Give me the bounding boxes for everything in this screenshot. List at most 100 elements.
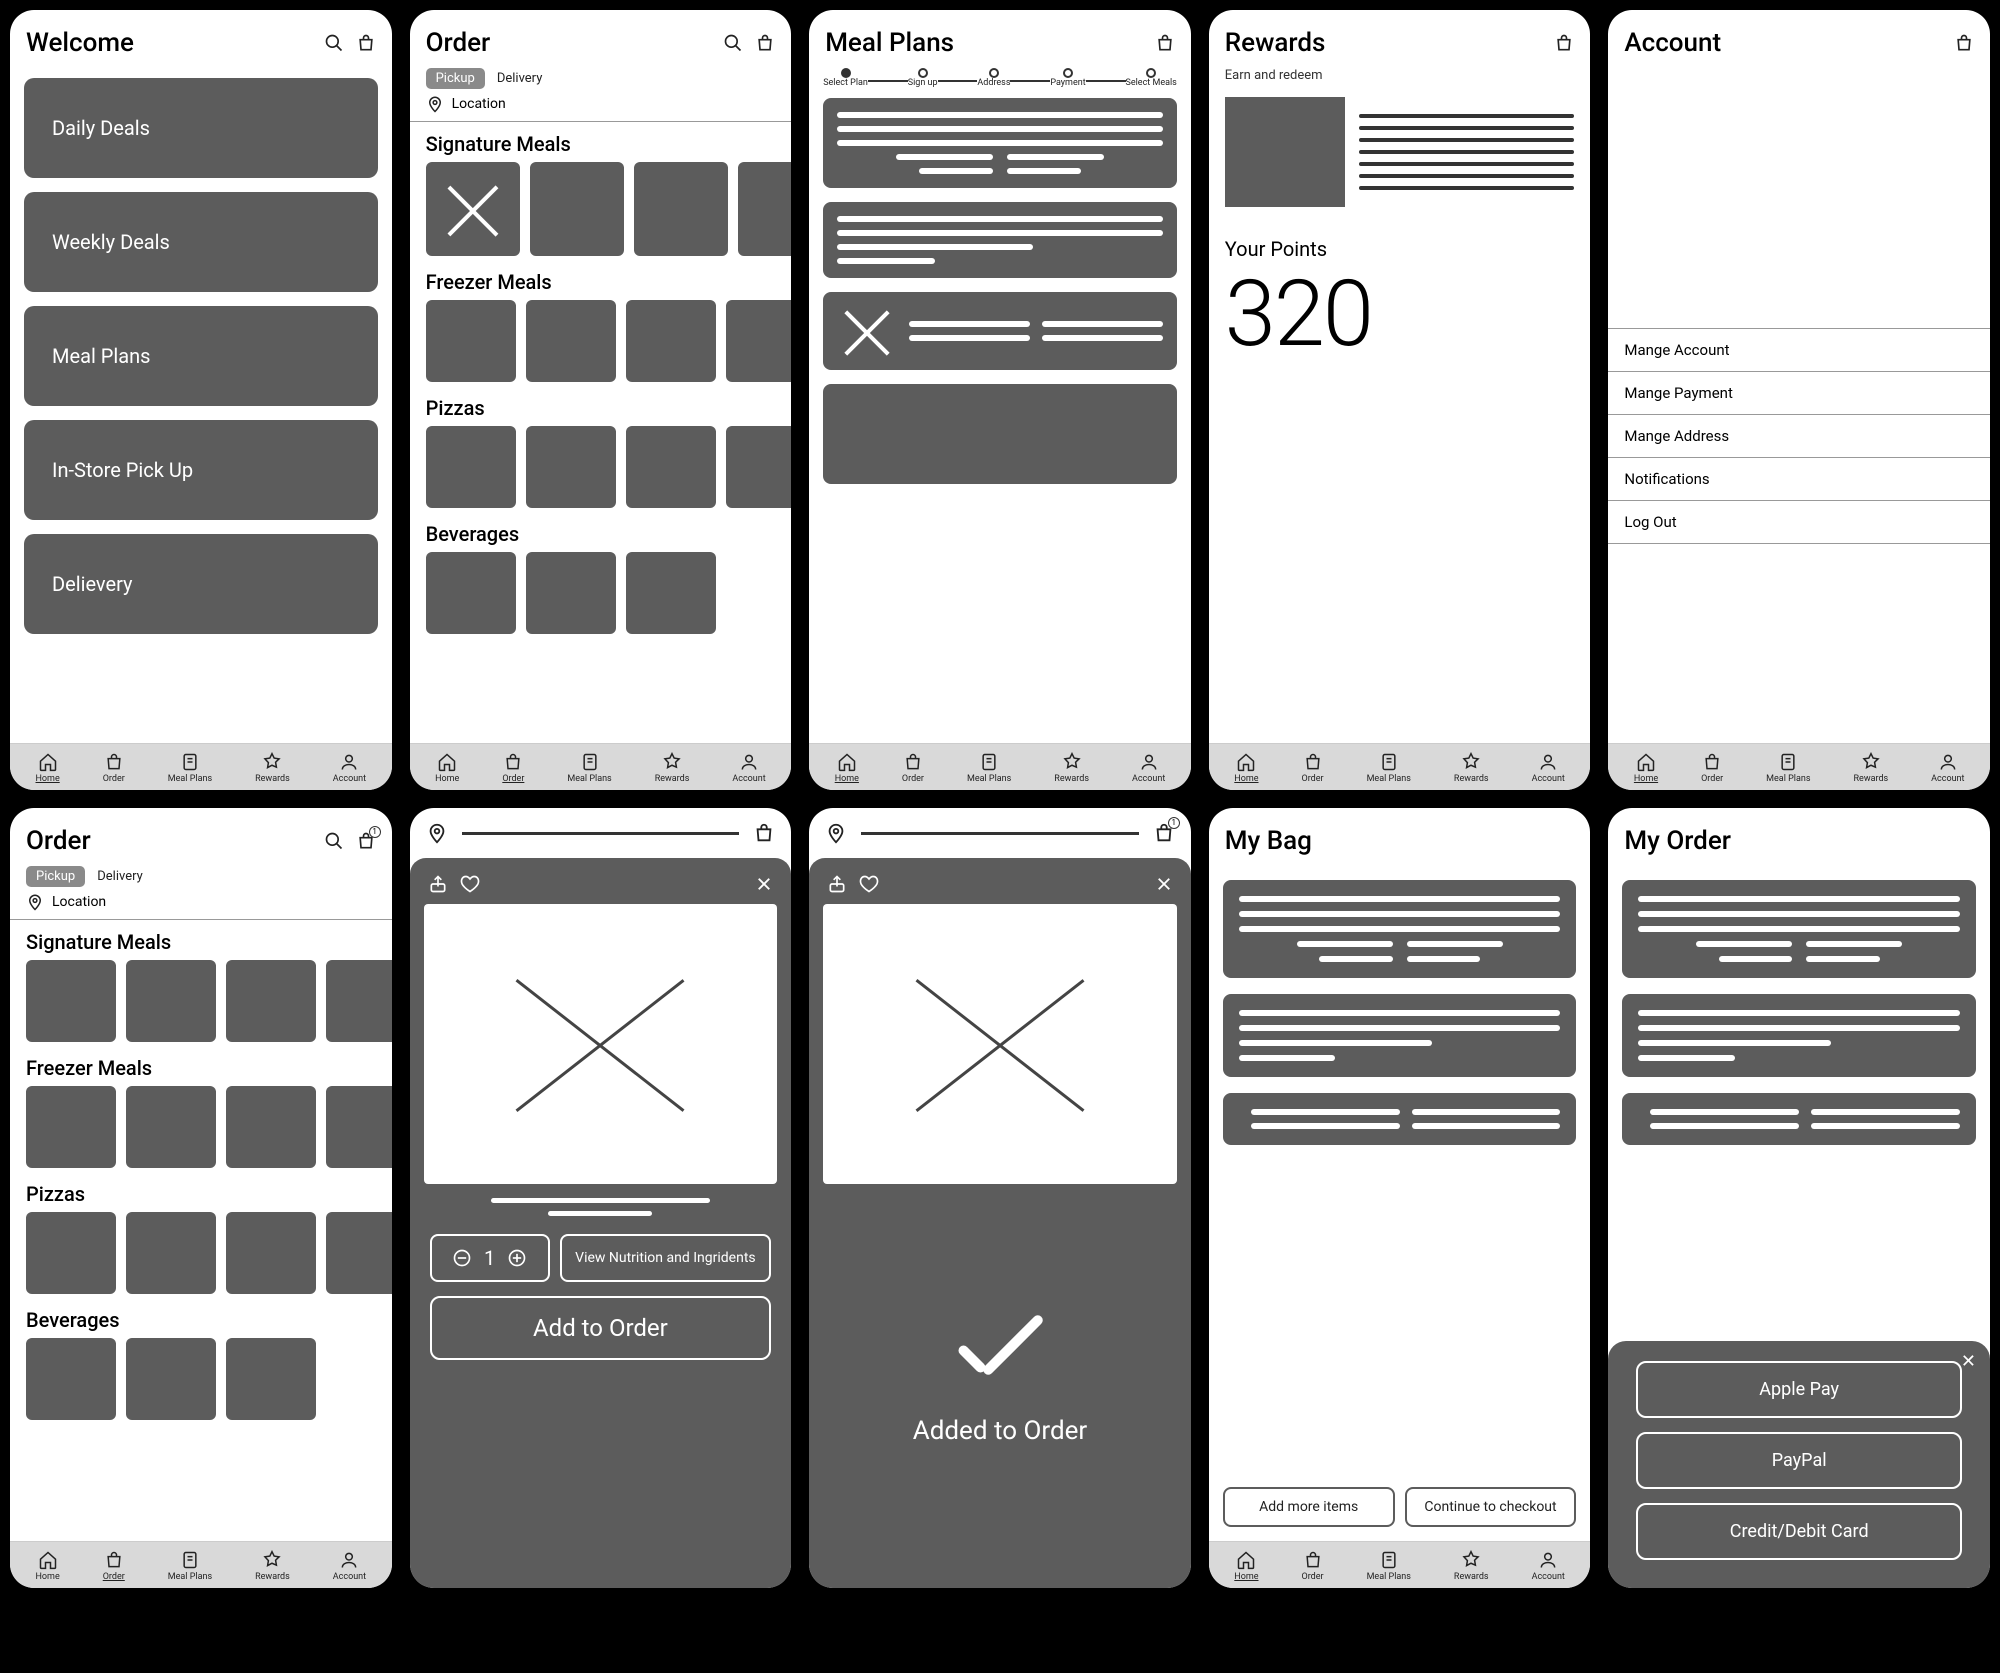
product-tile[interactable] xyxy=(530,162,624,256)
row-notifications[interactable]: Notifications xyxy=(1608,457,1990,501)
plan-card[interactable] xyxy=(823,98,1177,188)
toggle-pickup[interactable]: Pickup xyxy=(26,866,85,887)
nav-meal-plans[interactable]: Meal Plans xyxy=(1367,1550,1411,1582)
nav-home[interactable]: Home xyxy=(435,752,459,784)
product-tile[interactable] xyxy=(626,552,716,634)
nav-meal-plans[interactable]: Meal Plans xyxy=(168,752,212,784)
step-dot[interactable] xyxy=(1063,68,1073,78)
search-icon[interactable] xyxy=(723,33,743,53)
tile-daily-deals[interactable]: Daily Deals xyxy=(24,78,378,178)
step-dot[interactable] xyxy=(841,68,851,78)
search-icon[interactable] xyxy=(324,831,344,851)
product-tile[interactable] xyxy=(426,300,516,382)
step-dot[interactable] xyxy=(1146,68,1156,78)
toggle-delivery[interactable]: Delivery xyxy=(491,68,549,89)
nav-account[interactable]: Account xyxy=(333,1550,366,1582)
nav-account[interactable]: Account xyxy=(1532,752,1565,784)
product-tile[interactable] xyxy=(626,426,716,508)
location-row[interactable]: Location xyxy=(410,95,792,121)
product-tile[interactable] xyxy=(326,1086,392,1168)
order-item[interactable] xyxy=(1622,880,1976,978)
nav-account[interactable]: Account xyxy=(1532,1550,1565,1582)
product-tile[interactable] xyxy=(634,162,728,256)
product-tile[interactable] xyxy=(226,1338,316,1420)
nav-order[interactable]: Order xyxy=(1302,752,1324,784)
quantity-stepper[interactable]: 1 xyxy=(430,1234,550,1282)
nav-home[interactable]: Home xyxy=(1234,752,1258,784)
step-dot[interactable] xyxy=(918,68,928,78)
bag-item[interactable] xyxy=(1223,1093,1577,1145)
nav-account[interactable]: Account xyxy=(732,752,765,784)
product-tile[interactable] xyxy=(26,1338,116,1420)
product-tile[interactable] xyxy=(26,1212,116,1294)
search-icon[interactable] xyxy=(324,33,344,53)
product-tile[interactable] xyxy=(726,426,792,508)
heart-icon[interactable] xyxy=(859,874,879,894)
nav-order[interactable]: Order xyxy=(502,752,524,784)
product-tile[interactable] xyxy=(526,552,616,634)
pay-apple-pay[interactable]: Apple Pay xyxy=(1636,1361,1962,1418)
nav-home[interactable]: Home xyxy=(835,752,859,784)
bag-item[interactable] xyxy=(1223,880,1577,978)
nav-rewards[interactable]: Rewards xyxy=(255,752,290,784)
nav-account[interactable]: Account xyxy=(333,752,366,784)
step-dot[interactable] xyxy=(989,68,999,78)
product-tile[interactable] xyxy=(726,300,792,382)
bag-icon[interactable] xyxy=(1954,33,1974,53)
nav-order[interactable]: Order xyxy=(103,1550,125,1582)
row-manage-address[interactable]: Mange Address xyxy=(1608,414,1990,458)
tile-meal-plans[interactable]: Meal Plans xyxy=(24,306,378,406)
product-tile[interactable] xyxy=(326,1212,392,1294)
product-tile[interactable] xyxy=(526,426,616,508)
close-icon[interactable] xyxy=(755,875,773,893)
product-tile[interactable] xyxy=(426,426,516,508)
minus-icon[interactable] xyxy=(452,1248,472,1268)
nav-home[interactable]: Home xyxy=(36,752,60,784)
plan-card[interactable] xyxy=(823,202,1177,278)
bag-icon[interactable] xyxy=(1554,33,1574,53)
nav-order[interactable]: Order xyxy=(1701,752,1723,784)
product-tile[interactable] xyxy=(226,960,316,1042)
add-to-order-button[interactable]: Add to Order xyxy=(430,1296,772,1360)
plan-card[interactable] xyxy=(823,384,1177,484)
nav-account[interactable]: Account xyxy=(1931,752,1964,784)
product-tile[interactable] xyxy=(126,960,216,1042)
nav-rewards[interactable]: Rewards xyxy=(1454,1550,1489,1582)
row-log-out[interactable]: Log Out xyxy=(1608,500,1990,544)
nav-order[interactable]: Order xyxy=(1302,1550,1324,1582)
bag-icon[interactable] xyxy=(356,33,376,53)
heart-icon[interactable] xyxy=(460,874,480,894)
nav-rewards[interactable]: Rewards xyxy=(1854,752,1889,784)
add-more-button[interactable]: Add more items xyxy=(1223,1487,1395,1527)
nav-order[interactable]: Order xyxy=(103,752,125,784)
tile-pickup[interactable]: In-Store Pick Up xyxy=(24,420,378,520)
product-tile[interactable] xyxy=(426,552,516,634)
pin-icon[interactable] xyxy=(426,822,448,844)
checkout-button[interactable]: Continue to checkout xyxy=(1405,1487,1577,1527)
product-tile[interactable] xyxy=(626,300,716,382)
nav-home[interactable]: Home xyxy=(1234,1550,1258,1582)
nav-order[interactable]: Order xyxy=(902,752,924,784)
order-item[interactable] xyxy=(1622,994,1976,1077)
bag-icon[interactable]: 1 xyxy=(356,831,376,851)
bag-item[interactable] xyxy=(1223,994,1577,1077)
nav-meal-plans[interactable]: Meal Plans xyxy=(1766,752,1810,784)
nav-meal-plans[interactable]: Meal Plans xyxy=(567,752,611,784)
bag-icon[interactable]: 1 xyxy=(1153,822,1175,844)
pin-icon[interactable] xyxy=(825,822,847,844)
tile-weekly-deals[interactable]: Weekly Deals xyxy=(24,192,378,292)
pay-paypal[interactable]: PayPal xyxy=(1636,1432,1962,1489)
nav-rewards[interactable]: Rewards xyxy=(1054,752,1089,784)
product-tile[interactable] xyxy=(26,1086,116,1168)
product-tile[interactable] xyxy=(738,162,792,256)
close-icon[interactable]: ✕ xyxy=(1961,1351,1976,1372)
location-row[interactable]: Location xyxy=(10,893,392,919)
product-tile[interactable] xyxy=(226,1086,316,1168)
product-tile[interactable] xyxy=(126,1212,216,1294)
order-item[interactable] xyxy=(1622,1093,1976,1145)
share-icon[interactable] xyxy=(827,874,847,894)
product-tile[interactable] xyxy=(126,1338,216,1420)
product-tile[interactable] xyxy=(126,1086,216,1168)
nav-rewards[interactable]: Rewards xyxy=(655,752,690,784)
plus-icon[interactable] xyxy=(507,1248,527,1268)
